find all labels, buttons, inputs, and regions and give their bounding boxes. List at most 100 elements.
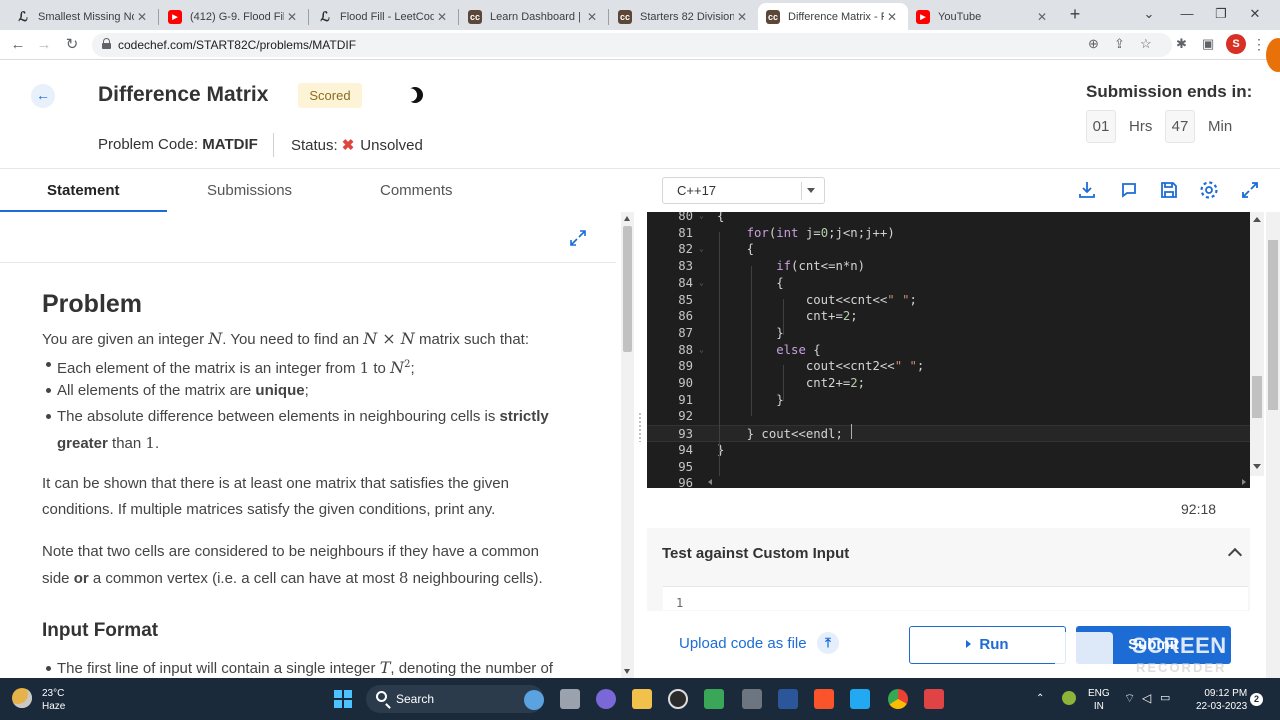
timer-minutes: 47 [1165, 110, 1195, 143]
fold-icon[interactable]: ⌄ [699, 275, 704, 292]
editor-vertical-scrollbar[interactable] [1250, 212, 1264, 476]
extensions-icon[interactable]: ✱ [1176, 36, 1187, 52]
download-icon[interactable] [1076, 179, 1098, 201]
weather-icon[interactable] [12, 688, 32, 708]
tray-app-icon[interactable] [1062, 691, 1076, 705]
custom-input-title[interactable]: Test against Custom Input [662, 545, 849, 562]
refresh-code-icon[interactable] [1118, 179, 1140, 201]
custom-input-field[interactable] [663, 586, 1248, 610]
chrome-icon[interactable] [888, 689, 908, 709]
code-line[interactable]: 88 ⌄ else { [647, 342, 1250, 359]
code-line[interactable]: 90 cnt2+=2; [647, 375, 1250, 392]
code-line[interactable]: 94} [647, 442, 1250, 459]
maximize-button[interactable]: ❐ [1206, 4, 1236, 24]
notification-badge[interactable]: 2 [1250, 693, 1263, 706]
tab-submissions[interactable]: Submissions [207, 182, 292, 199]
media-player-icon[interactable] [668, 689, 688, 709]
weather-widget[interactable]: 23°C Haze [42, 687, 65, 713]
code-line[interactable]: 92 [647, 408, 1250, 425]
share-icon[interactable]: ⇪ [1114, 36, 1125, 52]
camera-icon[interactable] [742, 689, 762, 709]
snipping-tool-icon[interactable] [704, 689, 724, 709]
word-icon[interactable] [778, 689, 798, 709]
save-icon[interactable] [1158, 179, 1180, 201]
run-button[interactable]: Run [909, 626, 1066, 664]
back-button[interactable]: ← [31, 84, 55, 108]
url-input[interactable]: codechef.com/START82C/problems/MATDIF ⊕ … [92, 33, 1172, 57]
chat-icon[interactable] [596, 689, 616, 709]
volume-icon[interactable]: ◁ [1142, 692, 1151, 705]
problem-heading: Problem [42, 290, 143, 318]
battery-icon[interactable]: ▭ [1160, 692, 1170, 705]
code-line[interactable]: 83 if(cnt<=n*n) [647, 258, 1250, 275]
language-indicator[interactable]: ENG IN [1088, 687, 1110, 713]
pane-resize-handle[interactable] [638, 412, 642, 442]
chevron-up-icon[interactable]: ⌃ [1036, 692, 1044, 705]
taskbar-search[interactable]: Search [366, 685, 544, 713]
code-line[interactable]: 80 ⌄ { [647, 212, 1250, 225]
close-icon[interactable]: ✕ [434, 10, 450, 24]
wifi-icon[interactable]: ⌔ [1124, 692, 1135, 705]
fold-icon[interactable]: ⌄ [699, 342, 704, 359]
code-line[interactable]: 89 cout<<cnt2<<" "; [647, 358, 1250, 375]
back-arrow-icon[interactable]: ← [8, 35, 28, 55]
gear-icon[interactable] [1198, 179, 1220, 201]
minimize-button[interactable]: — [1172, 4, 1202, 24]
fold-icon[interactable]: ⌄ [699, 241, 704, 258]
statement-scrollbar[interactable] [621, 212, 634, 678]
brave-icon[interactable] [814, 689, 834, 709]
clock[interactable]: 09:12 PM 22-03-2023 [1196, 687, 1247, 713]
close-icon[interactable]: ✕ [134, 10, 150, 24]
browser-tab[interactable]: ▶ YouTube ✕ [908, 3, 1058, 30]
browser-tab[interactable]: cc Starters 82 Division 3 ✕ [610, 3, 758, 30]
fold-icon[interactable]: ⌄ [699, 212, 704, 225]
widgets-icon[interactable] [524, 690, 544, 710]
upload-icon[interactable]: ⤒ [817, 632, 839, 654]
dark-mode-toggle-icon[interactable] [406, 86, 424, 104]
code-line[interactable]: 84 ⌄ { [647, 275, 1250, 292]
close-icon[interactable]: ✕ [584, 10, 600, 24]
code-line[interactable]: 95 [647, 459, 1250, 476]
code-line[interactable]: 85 cout<<cnt<<" "; [647, 292, 1250, 309]
upload-code-link[interactable]: Upload code as file [679, 635, 807, 652]
more-menu-icon[interactable]: ⋮ [1252, 36, 1266, 53]
page-scrollbar[interactable] [1266, 212, 1280, 678]
bookmark-star-icon[interactable]: ☆ [1140, 36, 1152, 52]
tab-statement[interactable]: Statement [47, 182, 120, 199]
browser-tab[interactable]: ℒ Smallest Missing Non ✕ [8, 3, 158, 30]
close-icon[interactable]: ✕ [1034, 10, 1050, 24]
tab-comments[interactable]: Comments [380, 182, 453, 199]
forward-arrow-icon[interactable]: → [34, 35, 54, 55]
close-icon[interactable]: ✕ [284, 10, 300, 24]
close-icon[interactable]: ✕ [734, 10, 750, 24]
file-explorer-icon[interactable] [632, 689, 652, 709]
windows-start-icon[interactable] [334, 690, 352, 708]
editor-horizontal-scrollbar[interactable] [704, 476, 1250, 488]
code-line[interactable]: 81 for(int j=0;j<n;j++) [647, 225, 1250, 242]
code-line[interactable]: 86 cnt+=2; [647, 308, 1250, 325]
window-close-button[interactable]: ✕ [1240, 4, 1270, 24]
language-select[interactable]: C++17 [662, 177, 825, 204]
code-line[interactable]: 82 ⌄ { [647, 241, 1250, 258]
new-tab-button[interactable]: + [1066, 4, 1084, 24]
browser-tab[interactable]: ▶ (412) G-9. Flood Fill A ✕ [160, 3, 308, 30]
fullscreen-icon[interactable] [1239, 179, 1261, 201]
side-panel-icon[interactable]: ▣ [1202, 36, 1214, 52]
browser-tab-active[interactable]: cc Difference Matrix - Pr ✕ [758, 3, 908, 30]
browser-tab[interactable]: cc Learn Dashboard | Co ✕ [460, 3, 608, 30]
expand-icon[interactable] [568, 228, 588, 248]
code-line[interactable]: 93 } cout<<endl; [647, 425, 1250, 442]
profile-avatar[interactable]: S [1226, 34, 1246, 54]
vscode-icon[interactable] [850, 689, 870, 709]
code-editor[interactable]: 80 ⌄{81 for(int j=0;j<n;j++) 82 ⌄ {83 if(cn… [647, 212, 1250, 488]
zoom-icon[interactable]: ⊕ [1088, 36, 1099, 52]
close-icon[interactable]: ✕ [884, 10, 900, 24]
browser-tab[interactable]: ℒ Flood Fill - LeetCode ✕ [310, 3, 458, 30]
task-view-icon[interactable] [560, 689, 580, 709]
chevron-down-icon[interactable]: ⌄ [1134, 4, 1164, 24]
code-line[interactable]: 87 } [647, 325, 1250, 342]
browser-tab-strip: ℒ Smallest Missing Non ✕ ▶ (412) G-9. Fl… [0, 0, 1280, 30]
code-line[interactable]: 91 } [647, 392, 1250, 409]
screen-recorder-icon[interactable] [924, 689, 944, 709]
reload-icon[interactable]: ↻ [62, 35, 82, 55]
